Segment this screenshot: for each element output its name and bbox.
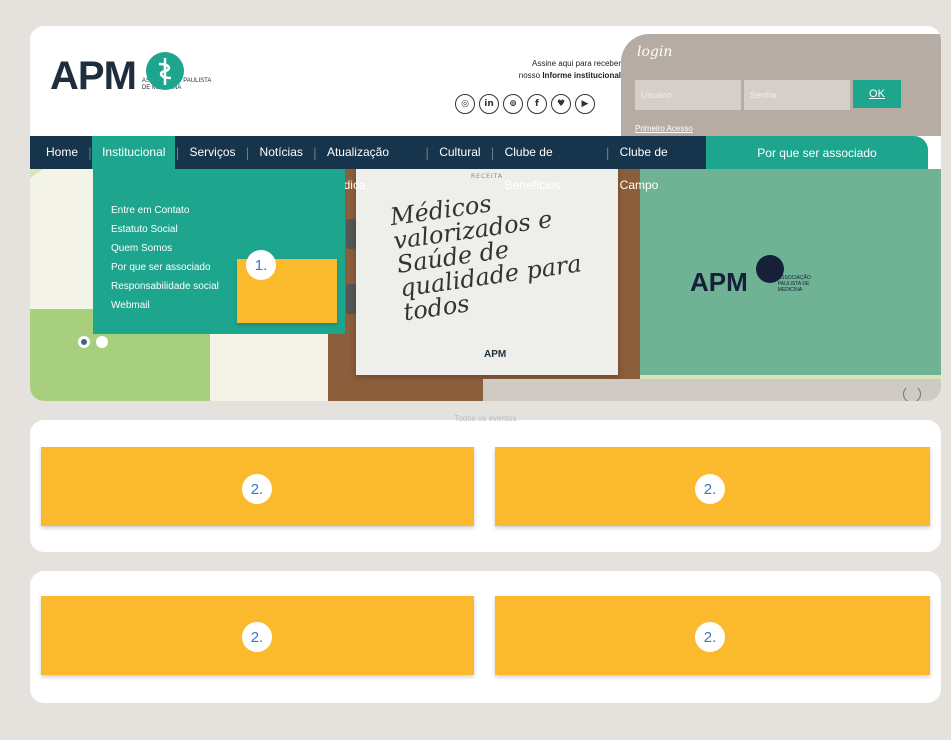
carousel-dots — [78, 336, 108, 348]
nav-cultural[interactable]: Cultural — [429, 136, 490, 169]
dropdown-item-contato[interactable]: Entre em Contato — [111, 201, 345, 220]
youtube-icon[interactable]: ▶ — [575, 94, 595, 114]
news-panel: 2. 2. — [30, 571, 941, 703]
newsletter-bold: Informe institucional — [542, 71, 621, 80]
hero-bottom-strip — [483, 379, 941, 401]
apm-logo[interactable]: APM ASSOCIAÇÃO PAULISTA DE MEDICINA — [50, 52, 212, 98]
badge-1: 1. — [246, 250, 276, 280]
twitter-icon[interactable]: ♥ — [551, 94, 571, 114]
clip-icon — [346, 219, 356, 249]
badge-2: 2. — [242, 474, 272, 504]
social-icons: ◎ in ⊚ f ♥ ▶ — [455, 94, 595, 114]
nav-clube-beneficios[interactable]: Clube de Benefícios — [495, 136, 606, 192]
login-title: login — [637, 44, 673, 60]
login-panel: login OK Primeiro Acesso — [621, 34, 941, 136]
nav-clube-campo[interactable]: Clube de Campo — [610, 136, 706, 192]
caduceus-icon — [756, 255, 784, 283]
why-join-button[interactable]: Por que ser associado — [706, 136, 928, 169]
paper-slogan: Médicos valorizados e Saúde de qualidade… — [388, 189, 584, 327]
login-ok-button[interactable]: OK — [853, 80, 901, 108]
logo-text: APM — [50, 54, 137, 98]
dropdown-item-estatuto[interactable]: Estatuto Social — [111, 220, 345, 239]
badge-2: 2. — [695, 622, 725, 652]
paper-logo: APM — [484, 349, 507, 360]
nav-atualizacao-medica[interactable]: Atualização Médica — [317, 136, 425, 192]
badge-2: 2. — [242, 622, 272, 652]
events-panel: Todos os eventos 2. 2. — [30, 414, 941, 552]
flickr-icon[interactable]: ⊚ — [503, 94, 523, 114]
carousel-dot[interactable] — [96, 336, 108, 348]
loading-icon — [903, 385, 921, 401]
nav-servicos[interactable]: Serviços — [179, 136, 245, 169]
newsletter-line1: Assine aqui para receber — [532, 59, 621, 68]
password-input[interactable] — [744, 80, 850, 110]
hero-logo-text: APM — [690, 267, 748, 297]
nav-home[interactable]: Home — [36, 136, 88, 169]
username-input[interactable] — [635, 80, 741, 110]
facebook-icon[interactable]: f — [527, 94, 547, 114]
hero-logo: APM ASSOCIAÇÃO PAULISTA DE MEDICINA — [690, 255, 828, 297]
linkedin-icon[interactable]: in — [479, 94, 499, 114]
clip-icon — [346, 284, 356, 314]
caduceus-icon — [146, 52, 184, 90]
events-title: Todos os eventos — [454, 414, 517, 422]
newsletter-signup[interactable]: Assine aqui para receber nosso Informe i… — [519, 58, 621, 82]
nav-institucional[interactable]: Institucional — [92, 136, 176, 169]
instagram-icon[interactable]: ◎ — [455, 94, 475, 114]
nav-noticias[interactable]: Notícias — [250, 136, 313, 169]
main-card: APM ASSOCIAÇÃO PAULISTA DE MEDICINA Assi… — [30, 26, 941, 401]
newsletter-line2: nosso Informe institucional — [518, 71, 621, 80]
dropdown-item-quem-somos[interactable]: Quem Somos — [111, 239, 345, 258]
badge-2: 2. — [695, 474, 725, 504]
prescription-paper: RECEITA Médicos valorizados e Saúde de q… — [356, 169, 618, 375]
carousel-dot-active[interactable] — [78, 336, 90, 348]
first-access-link[interactable]: Primeiro Acesso — [635, 124, 693, 133]
main-nav: Home | Institucional | Serviços | Notíci… — [30, 136, 706, 192]
hero-logo-subtitle: ASSOCIAÇÃO PAULISTA DE MEDICINA — [777, 275, 811, 293]
